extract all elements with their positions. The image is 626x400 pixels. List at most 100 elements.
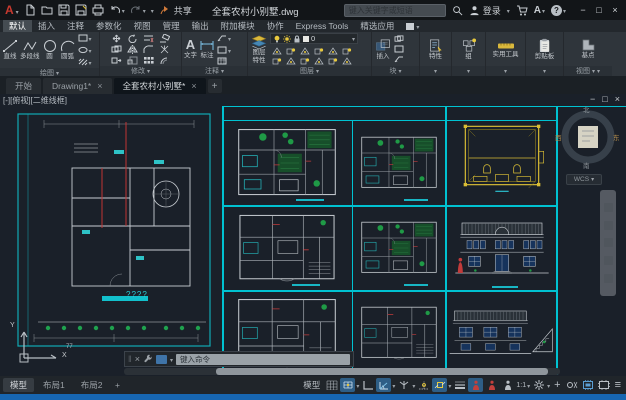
layer-properties-button[interactable]: 图层特性: [250, 34, 268, 65]
annotation-scale-button[interactable]: [500, 378, 515, 392]
search-icon[interactable]: [452, 5, 463, 16]
tab-layout2[interactable]: 布局2: [74, 378, 110, 392]
grid-display-button[interactable]: [324, 378, 339, 392]
base-point-button[interactable]: 基点: [580, 38, 596, 60]
minimize-button[interactable]: −: [576, 5, 590, 15]
block-attributes-button[interactable]: [394, 55, 404, 63]
clean-screen-button[interactable]: [597, 378, 612, 392]
tab-drawing1[interactable]: Drawing1*: [43, 78, 111, 94]
nav-zoom-icon[interactable]: [604, 238, 613, 247]
leader-button[interactable]: [217, 33, 231, 43]
text-button[interactable]: A文字: [184, 38, 197, 60]
close-icon[interactable]: [97, 81, 102, 91]
new-button[interactable]: [24, 4, 36, 16]
nav-orbit-icon[interactable]: [604, 256, 613, 265]
mirror-button[interactable]: [127, 45, 138, 54]
scrollbar-thumb[interactable]: [216, 368, 548, 375]
trim-button[interactable]: [143, 34, 154, 43]
properties-button[interactable]: 特性: [428, 38, 444, 61]
edit-block-button[interactable]: [394, 45, 404, 53]
doc-restore-button[interactable]: □: [602, 94, 607, 104]
lineweight-button[interactable]: [452, 378, 467, 392]
autodesk-account-button[interactable]: A: [534, 5, 545, 16]
ribbon-tab-addins[interactable]: 附加模块: [215, 20, 261, 32]
drag-handle[interactable]: ‖: [128, 354, 132, 364]
layer-dropdown[interactable]: 0: [270, 33, 358, 44]
horizontal-scrollbar[interactable]: [124, 368, 560, 375]
ribbon-tab-collaborate[interactable]: 协作: [261, 20, 290, 32]
insert-block-button[interactable]: 插入: [374, 38, 392, 61]
group-button[interactable]: 组: [461, 38, 477, 61]
command-history-icon[interactable]: [156, 355, 167, 364]
paste-button[interactable]: 剪贴板: [535, 38, 555, 61]
ribbon-tab-annotate[interactable]: 注释: [61, 20, 90, 32]
workspace-switching-button[interactable]: [531, 378, 546, 392]
object-snap-tracking-button[interactable]: [416, 378, 431, 392]
chevron-down-icon[interactable]: [412, 380, 415, 390]
chevron-down-icon[interactable]: [448, 380, 451, 390]
panel-label-groups[interactable]: [452, 66, 485, 76]
layer-tool-button[interactable]: [328, 57, 338, 65]
panel-label-block[interactable]: 块: [372, 66, 419, 76]
ortho-mode-button[interactable]: [360, 378, 375, 392]
isolate-objects-button[interactable]: [565, 378, 580, 392]
qat-dropdown[interactable]: [151, 5, 154, 15]
dim-style-button[interactable]: [217, 45, 231, 55]
drawing-canvas[interactable]: [-][俯视][二维线框] −□× ???? 77: [0, 94, 626, 376]
ribbon-tab-view[interactable]: 视图: [128, 20, 157, 32]
layer-tool-button[interactable]: [314, 57, 324, 65]
panel-label-utilities[interactable]: [486, 66, 525, 76]
command-line[interactable]: ‖ × 键入命令: [124, 351, 354, 367]
new-layout-button[interactable]: +: [111, 380, 123, 390]
share-button[interactable]: 共享: [159, 4, 192, 17]
panel-label-properties[interactable]: [420, 66, 451, 76]
layer-tool-button[interactable]: [314, 47, 324, 55]
nav-wheel-icon[interactable]: [604, 203, 613, 212]
model-space-button[interactable]: 模型: [300, 379, 323, 391]
rectangle-button[interactable]: [78, 33, 92, 43]
scale-button[interactable]: [127, 56, 138, 65]
ribbon-tab-parametric[interactable]: 参数化: [90, 20, 128, 32]
command-input[interactable]: 键入命令: [176, 354, 350, 365]
ribbon-tab-insert[interactable]: 插入: [32, 20, 61, 32]
dimension-button[interactable]: 标注: [199, 38, 215, 60]
ribbon-options-button[interactable]: [406, 20, 419, 32]
layer-tool-button[interactable]: [300, 47, 310, 55]
move-button[interactable]: [111, 34, 122, 43]
plot-button[interactable]: [92, 4, 104, 16]
polyline-button[interactable]: 多段线: [20, 39, 40, 61]
customization-menu-button[interactable]: ≡: [613, 379, 623, 391]
tab-layout1[interactable]: 布局1: [36, 378, 72, 392]
create-block-button[interactable]: [394, 35, 404, 43]
save-as-button[interactable]: [75, 4, 87, 16]
help-button[interactable]: ?: [551, 5, 566, 16]
tab-model[interactable]: 模型: [3, 378, 34, 392]
wrench-icon[interactable]: [143, 354, 153, 364]
doc-close-button[interactable]: ×: [615, 94, 620, 104]
panel-label-layers[interactable]: 图层: [248, 66, 371, 76]
ribbon-tab-featured-apps[interactable]: 精选应用: [354, 20, 400, 32]
layer-tool-button[interactable]: [328, 47, 338, 55]
ribbon-tab-manage[interactable]: 管理: [157, 20, 186, 32]
panel-label-view[interactable]: 视图: [564, 66, 612, 76]
line-button[interactable]: 直线: [2, 39, 18, 61]
search-input[interactable]: [344, 4, 446, 17]
layer-tool-button[interactable]: [342, 47, 352, 55]
annotation-autoscale-button[interactable]: [484, 378, 499, 392]
ribbon-tab-home[interactable]: 默认: [3, 20, 32, 32]
offset-button[interactable]: [159, 56, 170, 65]
nav-motion-icon[interactable]: [604, 274, 613, 283]
explode-button[interactable]: [159, 45, 170, 54]
snap-mode-button[interactable]: [340, 378, 355, 392]
layer-tool-button[interactable]: [342, 57, 352, 65]
doc-minimize-button[interactable]: −: [590, 94, 595, 104]
maximize-button[interactable]: □: [592, 5, 606, 15]
polar-tracking-button[interactable]: [376, 378, 391, 392]
array-button[interactable]: [143, 56, 154, 65]
annotation-visibility-button[interactable]: [468, 378, 483, 392]
isometric-drafting-button[interactable]: [396, 378, 411, 392]
measure-button[interactable]: 实用工具: [493, 40, 519, 59]
layer-tool-button[interactable]: [300, 57, 310, 65]
hatch-button[interactable]: [78, 57, 92, 67]
customization-plus-button[interactable]: +: [551, 379, 563, 391]
